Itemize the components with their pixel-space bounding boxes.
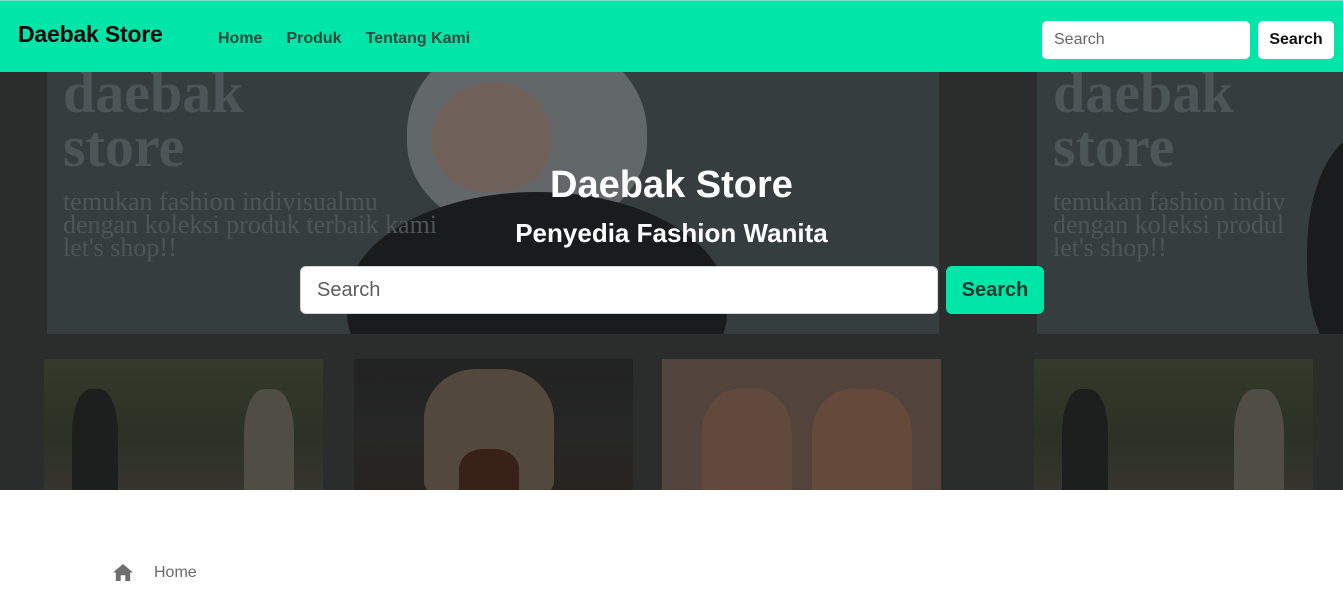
nav-search-input[interactable]	[1042, 21, 1250, 59]
hero-section: daebak store temukan fashion indivisualm…	[0, 72, 1343, 490]
nav-links: Home Produk Tentang Kami	[218, 30, 470, 48]
nav-search-button[interactable]: Search	[1258, 21, 1334, 59]
breadcrumb-home-link[interactable]: Home	[154, 564, 197, 582]
brand-logo[interactable]: Daebak Store	[18, 21, 163, 48]
breadcrumb: Home	[112, 563, 197, 582]
hero-search-button[interactable]: Search	[946, 266, 1044, 314]
navbar: Daebak Store Home Produk Tentang Kami Se…	[0, 0, 1343, 72]
nav-link-tentang-kami[interactable]: Tentang Kami	[366, 30, 471, 48]
nav-link-home[interactable]: Home	[218, 30, 262, 48]
hero-search-input[interactable]	[300, 266, 938, 314]
hero-title: Daebak Store	[550, 164, 793, 206]
hero-subtitle: Penyedia Fashion Wanita	[515, 218, 828, 248]
home-icon[interactable]	[112, 563, 134, 582]
nav-link-produk[interactable]: Produk	[286, 30, 341, 48]
